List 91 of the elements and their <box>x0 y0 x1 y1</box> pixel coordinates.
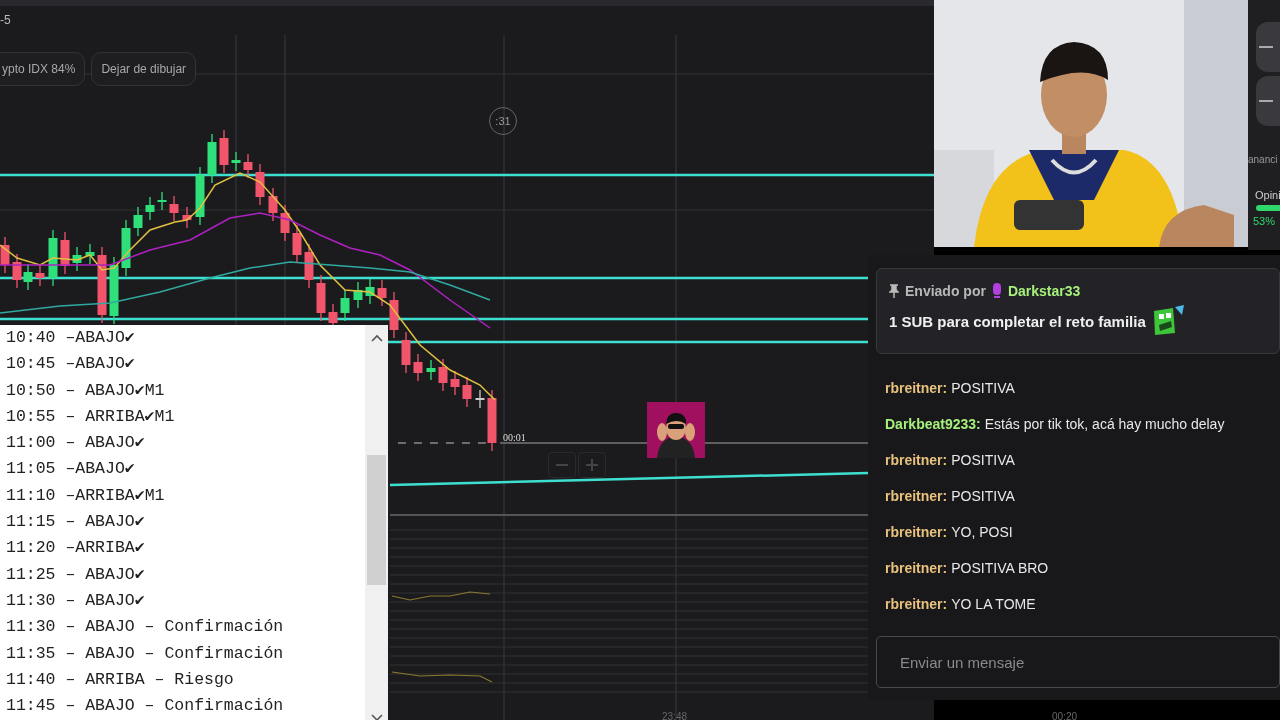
pinned-message: 1 SUB para completar el reto familia <box>889 312 1146 330</box>
note-line: 11:30 – ABAJO – Confirmación <box>6 616 285 639</box>
time-axis-label: 00:20 <box>1052 711 1078 720</box>
note-line: 11:20 –ARRIBA✔ <box>6 537 146 560</box>
candlestick <box>304 243 314 289</box>
pin-icon <box>889 284 899 298</box>
chart-title: -5 <box>0 13 11 27</box>
scroll-down-icon[interactable] <box>370 714 383 720</box>
chat-username[interactable]: rbreitner: <box>885 380 948 397</box>
candlestick <box>401 331 411 374</box>
chat-message: Estás por tik tok, acá hay mucho delay <box>984 416 1225 433</box>
chat-message: YO, POSI <box>951 524 1013 541</box>
note-line: 11:15 – ABAJO✔ <box>6 511 146 534</box>
candlestick <box>35 264 45 287</box>
candlestick <box>12 253 22 289</box>
candlestick <box>219 129 229 174</box>
note-line: 11:40 – ARRIBA – Riesgo <box>6 668 235 691</box>
note-line: 10:45 –ABAJO✔ <box>6 353 136 376</box>
candlestick <box>121 219 131 277</box>
chat-message: POSITIVA BRO <box>951 560 1049 577</box>
opinion-label: Opini <box>1255 189 1280 201</box>
candlestick <box>231 151 241 172</box>
candlestick <box>255 163 265 206</box>
candlestick <box>48 229 58 287</box>
plus-icon <box>584 457 600 473</box>
candlestick <box>389 291 399 339</box>
note-line: 11:25 – ABAJO✔ <box>6 563 146 586</box>
scrollbar[interactable] <box>365 325 388 720</box>
note-line: 11:10 –ARRIBA✔M1 <box>6 484 166 507</box>
candlestick <box>109 256 119 325</box>
opinion-value: 53% <box>1253 215 1277 227</box>
toolbar-button[interactable]: ypto IDX 84% <box>0 52 86 86</box>
candlestick <box>145 196 155 221</box>
note-line: 11:35 – ABAJO – Confirmación <box>6 642 285 665</box>
chat-username[interactable]: rbreitner: <box>885 488 948 505</box>
minus-icon <box>556 464 568 466</box>
candlestick <box>85 243 95 265</box>
chat-username[interactable]: rbreitner: <box>885 452 948 469</box>
candlestick <box>268 187 278 222</box>
candlestick <box>426 359 436 381</box>
chat-username[interactable]: rbreitner: <box>885 596 948 613</box>
chat-username[interactable]: rbreitner: <box>885 560 948 577</box>
candlestick <box>195 166 205 226</box>
candlestick <box>450 370 460 396</box>
chat-message: POSITIVA <box>951 452 1015 469</box>
pinned-by-label: Enviado por <box>905 283 986 299</box>
candlestick <box>353 281 363 309</box>
candlestick <box>60 231 70 275</box>
chat-username[interactable]: Darkbeat9233: <box>885 416 981 433</box>
opinion-bar <box>1256 205 1280 211</box>
candlestick <box>0 236 10 274</box>
candlestick <box>280 204 290 242</box>
candlestick <box>157 191 167 211</box>
note-line: 10:50 – ABAJO✔M1 <box>6 379 166 402</box>
note-line: 10:40 –ABAJO✔ <box>6 327 136 349</box>
candlestick <box>462 376 472 408</box>
candlestick <box>243 153 253 179</box>
candlestick <box>365 278 375 305</box>
microphone-icon <box>991 283 1002 299</box>
note-line: 10:55 – ARRIBA✔M1 <box>6 405 176 428</box>
note-line: 11:05 –ABAJO✔ <box>6 458 136 481</box>
candlestick <box>292 224 302 264</box>
candlestick <box>340 289 350 322</box>
note-line: 11:30 – ABAJO✔ <box>6 589 146 612</box>
candlestick <box>377 279 387 307</box>
candlestick <box>182 206 192 229</box>
chat-input-field[interactable]: Enviar un mensaje <box>876 636 1280 688</box>
note-line: 11:00 – ABAJO✔ <box>6 432 146 455</box>
candlestick <box>169 195 179 222</box>
candlestick <box>207 133 217 184</box>
candlestick <box>72 246 82 272</box>
minus-icon <box>1259 99 1273 103</box>
time-axis-label: 23:48 <box>662 711 688 720</box>
panel-label: ananci <box>1248 154 1279 165</box>
candlestick <box>475 389 485 409</box>
note-line: 11:45 – ABAJO – Confirmación <box>6 695 285 718</box>
chat-username[interactable]: rbreitner: <box>885 524 948 541</box>
candlestick <box>23 263 33 291</box>
candle-timer: 00:01 <box>503 432 526 443</box>
candlestick <box>413 353 423 382</box>
chat-message: POSITIVA <box>951 488 1015 505</box>
username[interactable]: Darkstar33 <box>1007 283 1081 299</box>
candlestick <box>487 389 497 452</box>
chat-message: POSITIVA <box>951 380 1015 397</box>
toolbar-button[interactable]: Dejar de dibujar <box>91 52 197 86</box>
minus-icon <box>1259 45 1273 49</box>
chat-message: YO LA TOME <box>951 596 1036 613</box>
candlestick <box>438 358 448 392</box>
candlestick <box>133 206 143 237</box>
candlestick <box>316 274 326 322</box>
scroll-up-icon[interactable] <box>370 334 383 342</box>
